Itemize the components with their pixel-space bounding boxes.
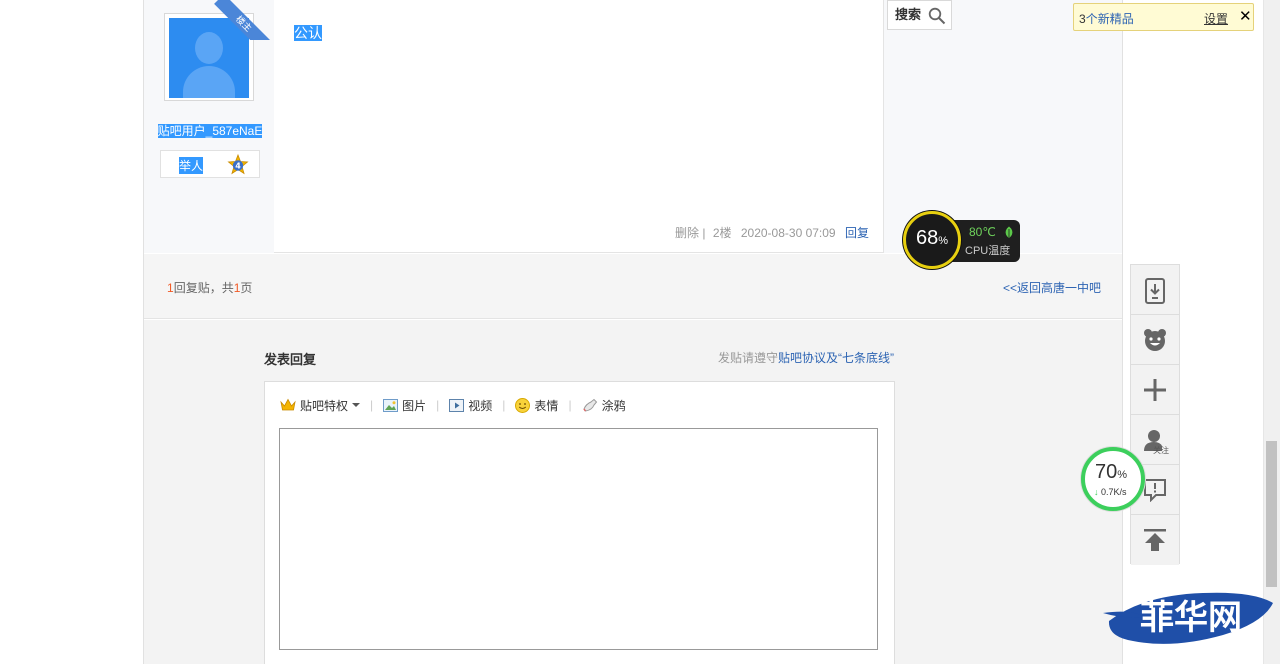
post-tail: 删除 | 2楼 2020-08-30 07:09 回复 bbox=[675, 224, 869, 241]
op-ribbon: 楼主 bbox=[214, 0, 274, 40]
author-level[interactable]: 举人 4 bbox=[160, 150, 260, 178]
post-floor: 楼主 贴吧用户_587eNaE 举人 4 公认 删除 | 2楼 2020-08-… bbox=[144, 0, 883, 253]
search-button[interactable]: 搜索 bbox=[887, 0, 952, 30]
back-to-top-icon bbox=[1144, 529, 1166, 551]
cpu-temp-label: CPU温度 bbox=[965, 245, 1011, 257]
bear-face-icon bbox=[1144, 329, 1166, 351]
op-badge: 楼主 bbox=[214, 0, 274, 40]
image-icon bbox=[383, 398, 399, 412]
level-star-icon: 4 bbox=[227, 154, 249, 175]
privilege-button[interactable]: 贴吧特权 bbox=[280, 397, 361, 414]
follow-button[interactable]: 关注 bbox=[1131, 415, 1179, 465]
phone-download-icon bbox=[1145, 278, 1165, 304]
author-panel: 楼主 贴吧用户_587eNaE 举人 4 bbox=[144, 0, 274, 253]
leaf-icon bbox=[1005, 226, 1013, 238]
plus-icon bbox=[1144, 379, 1166, 401]
emoji-button[interactable]: 表情 bbox=[515, 397, 558, 414]
video-button[interactable]: 视频 bbox=[449, 397, 492, 414]
smiley-icon bbox=[515, 397, 531, 413]
memory-usage-value: 70% bbox=[1095, 461, 1128, 483]
video-icon bbox=[449, 398, 465, 412]
image-button[interactable]: 图片 bbox=[383, 397, 426, 414]
post-time: 2020-08-30 07:09 bbox=[740, 226, 836, 240]
back-to-top-button[interactable] bbox=[1131, 515, 1179, 565]
crown-icon bbox=[280, 398, 296, 411]
editor-toolbar: 贴吧特权 | 图片 | 视频 | 表情 | 涂鸦 bbox=[280, 396, 626, 414]
feedback-icon bbox=[1144, 479, 1166, 502]
back-to-forum-link[interactable]: <<返回高唐一中吧 bbox=[1003, 279, 1101, 296]
reply-textarea[interactable] bbox=[279, 428, 878, 650]
reply-editor: 贴吧特权 | 图片 | 视频 | 表情 | 涂鸦 bbox=[264, 381, 895, 664]
reply-link[interactable]: 回复 bbox=[845, 226, 869, 240]
doodle-button[interactable]: 涂鸦 bbox=[582, 397, 626, 414]
scrollbar-thumb[interactable] bbox=[1266, 441, 1277, 587]
level-number: 4 bbox=[235, 162, 241, 171]
reply-section: 发表回复 发贴请遵守贴吧协议及“七条底线” 贴吧特权 | 图片 | 视频 | 表… bbox=[144, 320, 1122, 664]
reply-title: 发表回复 bbox=[264, 352, 317, 367]
rules-link[interactable]: 贴吧协议及“七条底线” bbox=[778, 351, 894, 365]
tieba-bear-button[interactable] bbox=[1131, 315, 1179, 365]
floor-number: 2楼 bbox=[712, 226, 732, 240]
post-content: 公认 bbox=[294, 25, 322, 41]
cpu-monitor-widget[interactable]: 80℃ CPU温度 68% bbox=[903, 211, 1021, 271]
author-username[interactable]: 贴吧用户_587eNaE bbox=[156, 122, 264, 139]
new-post-button[interactable] bbox=[1131, 365, 1179, 415]
watermark-text: 菲华网 bbox=[1140, 598, 1242, 638]
delete-link[interactable]: 删除 bbox=[675, 226, 699, 240]
close-icon[interactable]: ✕ bbox=[1239, 7, 1252, 25]
new-featured-notification[interactable]: 3个新精品 设置 ✕ bbox=[1073, 3, 1254, 31]
app-download-button[interactable] bbox=[1131, 265, 1179, 315]
brush-icon bbox=[582, 398, 597, 412]
cpu-usage-ring: 68% bbox=[903, 211, 961, 269]
search-icon bbox=[928, 7, 946, 25]
notification-settings-link[interactable]: 设置 bbox=[1204, 10, 1228, 27]
level-title: 举人 bbox=[179, 157, 204, 174]
tail-separator: | bbox=[702, 226, 706, 240]
notification-text[interactable]: 3个新精品 bbox=[1079, 10, 1134, 27]
search-label: 搜索 bbox=[895, 7, 922, 22]
cpu-usage-value: 68% bbox=[916, 227, 949, 249]
network-speed: ↓ 0.7K/s bbox=[1094, 487, 1127, 497]
reply-rules: 发贴请遵守贴吧协议及“七条底线” bbox=[718, 351, 895, 365]
thread-page: 楼主 贴吧用户_587eNaE 举人 4 公认 删除 | 2楼 2020-08-… bbox=[143, 0, 1123, 664]
chevron-down-icon bbox=[352, 403, 361, 407]
site-watermark-logo: 菲华网 bbox=[1103, 592, 1273, 644]
follow-label: 关注 bbox=[1153, 446, 1169, 455]
cpu-temp-value: 80℃ bbox=[969, 225, 996, 239]
side-toolbar: 关注 bbox=[1130, 264, 1180, 565]
network-monitor-widget[interactable]: 70% ↓ 0.7K/s bbox=[1081, 447, 1145, 511]
reply-count: 1回复贴，共1页 bbox=[167, 281, 253, 295]
